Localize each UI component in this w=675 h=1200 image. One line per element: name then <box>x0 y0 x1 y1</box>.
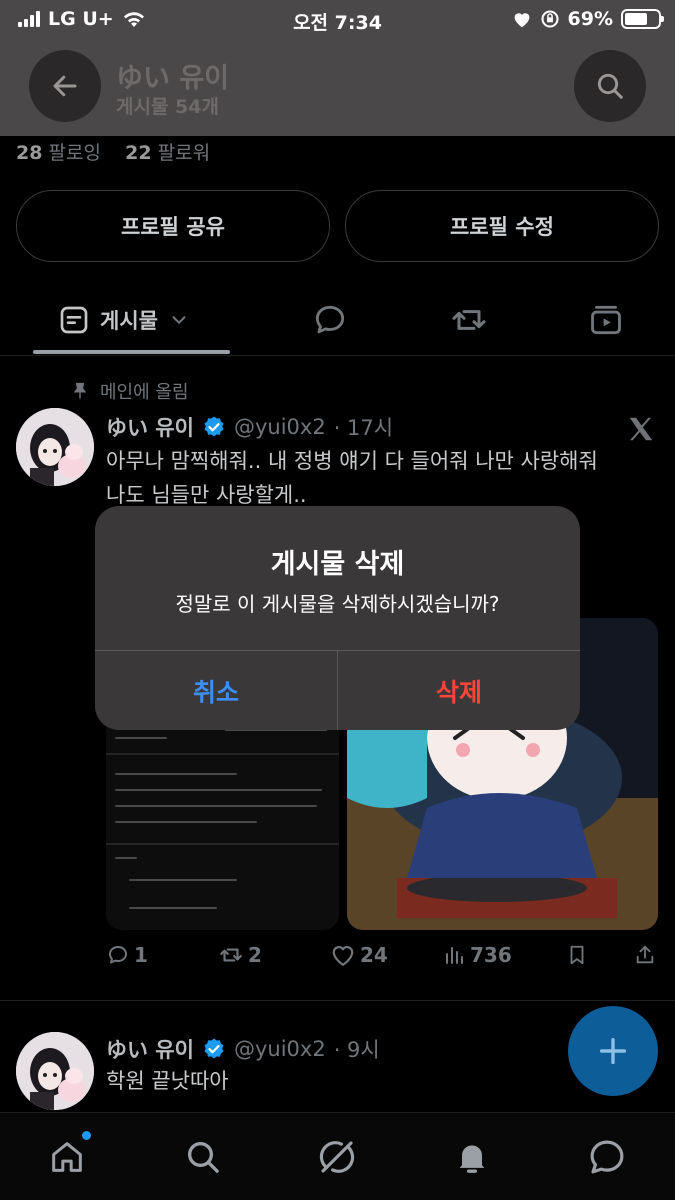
like-count: 24 <box>360 943 388 967</box>
followers-label[interactable]: 팔로워 <box>158 142 210 164</box>
followers-count[interactable]: 22 <box>125 142 151 164</box>
nav-messages[interactable] <box>585 1135 629 1179</box>
profile-tabs: 게시물 <box>0 290 675 356</box>
share-icon <box>636 945 654 964</box>
pinned-indicator: 메인에 올림 <box>70 378 189 404</box>
header-post-count: 게시물 54개 <box>116 96 219 118</box>
verified-badge-icon <box>204 416 224 437</box>
battery-percent: 69% <box>567 8 613 30</box>
cancel-button[interactable]: 취소 <box>95 651 337 730</box>
follow-stats: 28 팔로잉 22 팔로워 <box>16 138 210 165</box>
view-count: 736 <box>470 943 512 967</box>
repost-icon <box>452 310 486 330</box>
search-icon <box>597 73 623 99</box>
tab-posts-label: 게시물 <box>100 309 158 333</box>
posts-icon <box>60 306 88 334</box>
battery-icon <box>621 9 664 29</box>
grok-icon <box>319 1141 355 1173</box>
post-handle[interactable]: @yui0x2 <box>234 1037 326 1061</box>
x-logo-icon <box>629 417 653 441</box>
chevron-down-icon <box>172 316 186 325</box>
post-time: · 17시 <box>333 416 394 440</box>
pinned-label: 메인에 올림 <box>100 382 189 403</box>
verified-badge-icon <box>204 1038 224 1059</box>
repost-button[interactable]: 2 <box>218 942 330 968</box>
dialog-title: 게시물 삭제 <box>270 549 405 580</box>
nav-home[interactable] <box>45 1131 91 1179</box>
profile-header: ゆい 유이 게시물 54개 <box>0 40 675 136</box>
plus-icon <box>599 1037 627 1065</box>
rotation-lock-icon <box>540 10 559 28</box>
avatar[interactable] <box>16 408 94 486</box>
post-author-name[interactable]: ゆい 유이 <box>106 1034 194 1064</box>
arrow-left-icon <box>53 75 77 97</box>
pin-icon <box>73 382 87 399</box>
tab-reposts[interactable] <box>449 290 489 350</box>
search-icon <box>188 1142 219 1173</box>
post-divider <box>0 1000 675 1001</box>
post-text: 아무나 맘찍해줘.. 내 정병 얘기 다 들어줘 나만 사랑해줘 나도 님들만 … <box>106 444 598 512</box>
search-button[interactable] <box>574 50 646 122</box>
speech-bubble-icon <box>109 946 127 964</box>
avatar[interactable] <box>16 1032 94 1110</box>
post-header: ゆい 유이 @yui0x2 · 17시 <box>106 412 393 442</box>
bar-chart-icon <box>446 947 463 964</box>
delete-button[interactable]: 삭제 <box>338 651 580 730</box>
edit-profile-button[interactable]: 프로필 수정 <box>345 190 659 262</box>
header-name: ゆい 유이 <box>116 63 230 94</box>
active-tab-indicator <box>33 350 230 354</box>
share-profile-button[interactable]: 프로필 공유 <box>16 190 330 262</box>
reply-button[interactable]: 1 <box>106 943 218 967</box>
compose-button[interactable] <box>568 1006 658 1096</box>
repost-icon <box>220 948 242 962</box>
tab-media[interactable] <box>587 290 625 350</box>
nav-grok[interactable] <box>315 1135 359 1179</box>
reply-count: 1 <box>134 943 148 967</box>
heart-status-icon <box>514 13 529 28</box>
tab-posts[interactable]: 게시물 <box>58 290 190 350</box>
following-count[interactable]: 28 <box>16 142 42 164</box>
following-label[interactable]: 팔로잉 <box>49 142 101 164</box>
back-button[interactable] <box>29 50 101 122</box>
nav-notifications[interactable] <box>450 1135 494 1179</box>
post-handle[interactable]: @yui0x2 <box>234 415 326 439</box>
delete-post-dialog: 게시물 삭제 정말로 이 게시물을 삭제하시겠습니까? 취소 삭제 <box>95 506 580 730</box>
views-button[interactable]: 736 <box>442 943 566 967</box>
post-time: · 9시 <box>333 1038 380 1062</box>
tab-replies[interactable] <box>311 290 349 350</box>
bell-icon <box>459 1145 485 1173</box>
status-bar: LG U+ 오전 7:34 69% <box>0 0 675 40</box>
post-text-line-1: 아무나 맘찍해줘.. 내 정병 얘기 다 들어줘 나만 사랑해줘 <box>106 449 598 473</box>
bookmark-button[interactable] <box>566 943 634 967</box>
like-button[interactable]: 24 <box>330 943 442 967</box>
bookmark-icon <box>570 945 584 965</box>
message-bubble-icon <box>590 1140 624 1174</box>
post-author-name[interactable]: ゆい 유이 <box>106 412 194 442</box>
notification-dot <box>82 1131 91 1140</box>
repost-count: 2 <box>248 943 262 967</box>
heart-icon <box>332 946 354 967</box>
home-icon <box>52 1142 82 1172</box>
dialog-message: 정말로 이 게시물을 삭제하시겠습니까? <box>175 592 500 616</box>
media-icon <box>591 305 621 335</box>
speech-bubble-icon <box>315 305 345 334</box>
post-text: 학원 끝낫따아 <box>106 1069 229 1093</box>
bottom-nav <box>0 1112 675 1200</box>
post-actions: 1 2 24 736 <box>106 942 661 968</box>
nav-search[interactable] <box>181 1135 225 1179</box>
post-header: ゆい 유이 @yui0x2 · 9시 <box>106 1034 380 1064</box>
share-button[interactable] <box>634 943 656 967</box>
